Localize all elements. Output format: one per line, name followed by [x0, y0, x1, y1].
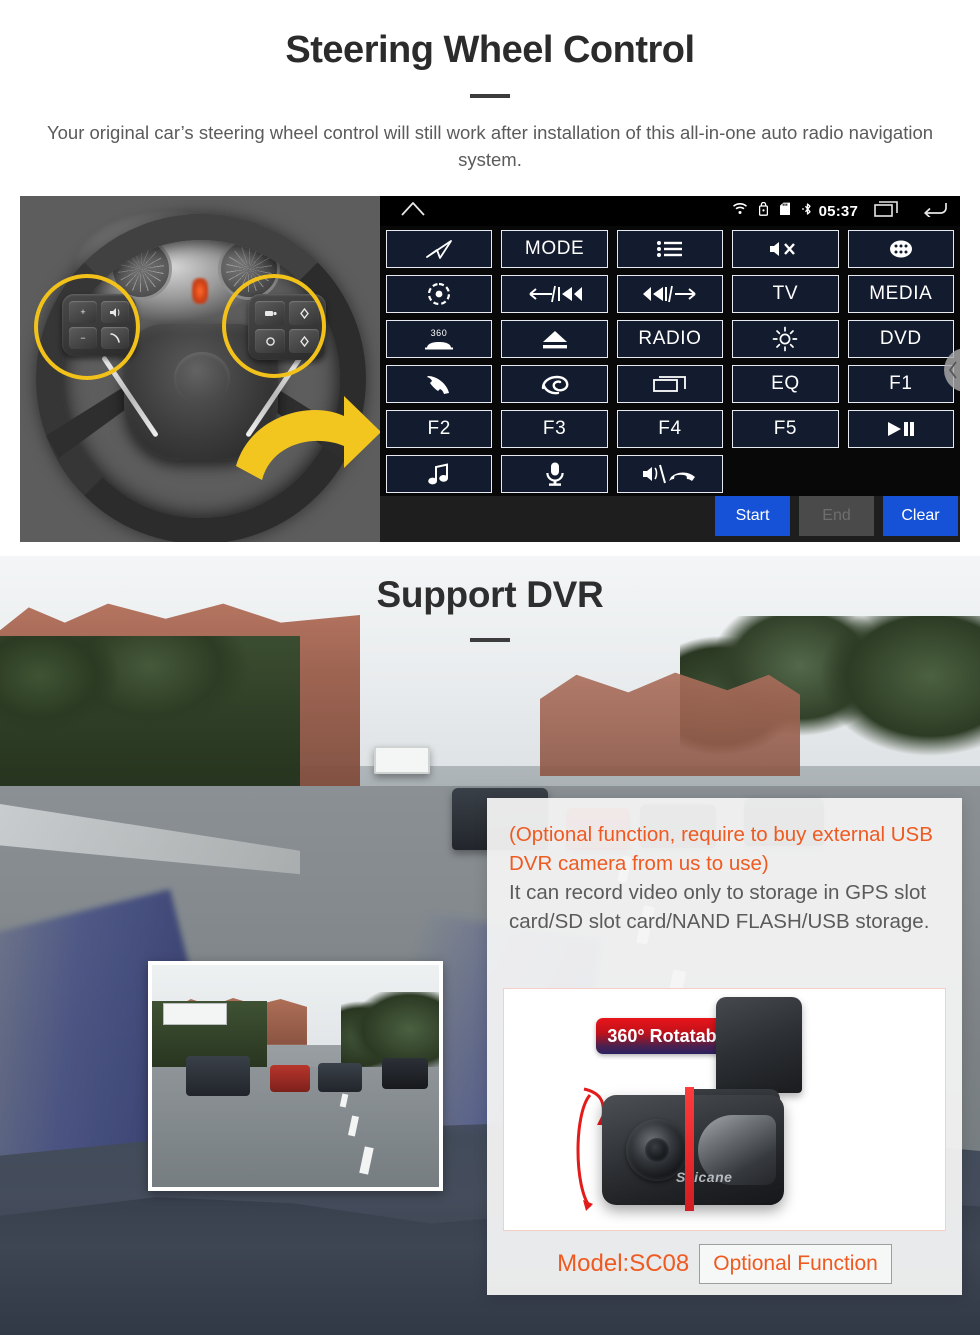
svg-text:360: 360: [431, 328, 448, 338]
key-media[interactable]: MEDIA: [847, 275, 954, 313]
back-icon[interactable]: [922, 200, 948, 222]
key-360-camera[interactable]: 360: [386, 320, 493, 358]
key-eject[interactable]: [501, 320, 608, 358]
page-subtitle: Your original car’s steering wheel contr…: [46, 121, 934, 170]
key-empty-slot: [848, 455, 954, 493]
camera-red-accent: [685, 1087, 694, 1211]
end-button: End: [799, 496, 874, 536]
highlight-circle-right: [222, 274, 326, 378]
key-volume-hangup[interactable]: [616, 455, 724, 493]
key-music[interactable]: [386, 455, 493, 493]
key-f3[interactable]: F3: [501, 410, 608, 448]
dvr-storage-note: It can record video only to storage in G…: [509, 881, 930, 934]
wifi-icon: [732, 202, 748, 220]
key-radio[interactable]: RADIO: [616, 320, 724, 358]
dvr-optional-note: (Optional function, require to buy exter…: [509, 823, 933, 876]
key-prev-track[interactable]: [501, 275, 608, 313]
key-f1[interactable]: F1: [847, 365, 954, 403]
highlight-circle-left: [34, 274, 140, 380]
title-divider: [470, 638, 510, 642]
home-icon[interactable]: [400, 200, 426, 222]
steering-wheel-key-grid[interactable]: MODE TV MEDIA 360 RADIO DVD EQ F1 F2 F3 …: [380, 226, 960, 493]
houses-right: [540, 672, 800, 776]
key-screen[interactable]: [616, 365, 724, 403]
key-microphone[interactable]: [501, 455, 608, 493]
key-dvd[interactable]: DVD: [847, 320, 954, 358]
key-phone[interactable]: [386, 365, 493, 403]
camera-mount-bracket: [716, 997, 802, 1093]
steering-wheel-photo: + −: [20, 196, 380, 542]
page-title: Steering Wheel Control: [285, 29, 695, 71]
key-eq[interactable]: EQ: [732, 365, 839, 403]
section-title: Support DVR: [376, 574, 604, 615]
steering-wheel-strip: + − 05:37 MODE TV MEDIA 360 RADIO DVD EQ…: [20, 196, 960, 542]
key-swirl[interactable]: [501, 365, 608, 403]
key-power-eye[interactable]: [386, 275, 493, 313]
key-empty-slot: [732, 455, 838, 493]
model-label: Model:SC08: [557, 1250, 690, 1277]
key-apps[interactable]: [847, 230, 954, 268]
key-navigation[interactable]: [386, 230, 493, 268]
airbag-emblem: [174, 352, 230, 404]
key-mode[interactable]: MODE: [501, 230, 608, 268]
road-sign: [374, 746, 430, 774]
recents-icon[interactable]: [874, 200, 900, 222]
key-f5[interactable]: F5: [732, 410, 839, 448]
optional-function-badge: Optional Function: [699, 1244, 892, 1284]
bluetooth-icon: [801, 202, 813, 221]
title-divider: [470, 93, 510, 98]
android-status-bar: 05:37: [380, 196, 960, 226]
model-row: Model:SC08 Optional Function: [487, 1244, 962, 1284]
key-tv[interactable]: TV: [732, 275, 839, 313]
status-bar-clock: 05:37: [818, 202, 858, 220]
preview-car-dark: [318, 1062, 362, 1092]
key-play-pause[interactable]: [847, 410, 954, 448]
dvr-info-panel: (Optional function, require to buy exter…: [487, 798, 962, 1295]
head-unit-screen[interactable]: 05:37 MODE TV MEDIA 360 RADIO DVD EQ F1 …: [380, 196, 960, 542]
start-button[interactable]: Start: [715, 496, 790, 536]
preview-suv: [186, 1056, 250, 1096]
key-next-track[interactable]: [616, 275, 724, 313]
clear-button[interactable]: Clear: [883, 496, 958, 536]
dvr-section-header: Support DVR: [0, 574, 980, 642]
yellow-arrow-icon: [236, 396, 380, 480]
dvr-camera-card: 360° Rotatable Seicane: [503, 988, 946, 1231]
key-mute[interactable]: [732, 230, 839, 268]
key-f2[interactable]: F2: [386, 410, 493, 448]
steering-wheel-section-header: Steering Wheel Control Your original car…: [0, 0, 980, 173]
action-button-row[interactable]: Start End Clear: [380, 496, 960, 542]
dvr-recorded-video-preview: [148, 961, 443, 1191]
sd-card-icon: [779, 202, 791, 221]
key-brightness[interactable]: [732, 320, 839, 358]
key-f4[interactable]: F4: [616, 410, 724, 448]
preview-car-red: [269, 1064, 310, 1092]
usb-lock-icon: [758, 201, 768, 221]
preview-car-right: [381, 1058, 428, 1090]
key-list-menu[interactable]: [616, 230, 724, 268]
